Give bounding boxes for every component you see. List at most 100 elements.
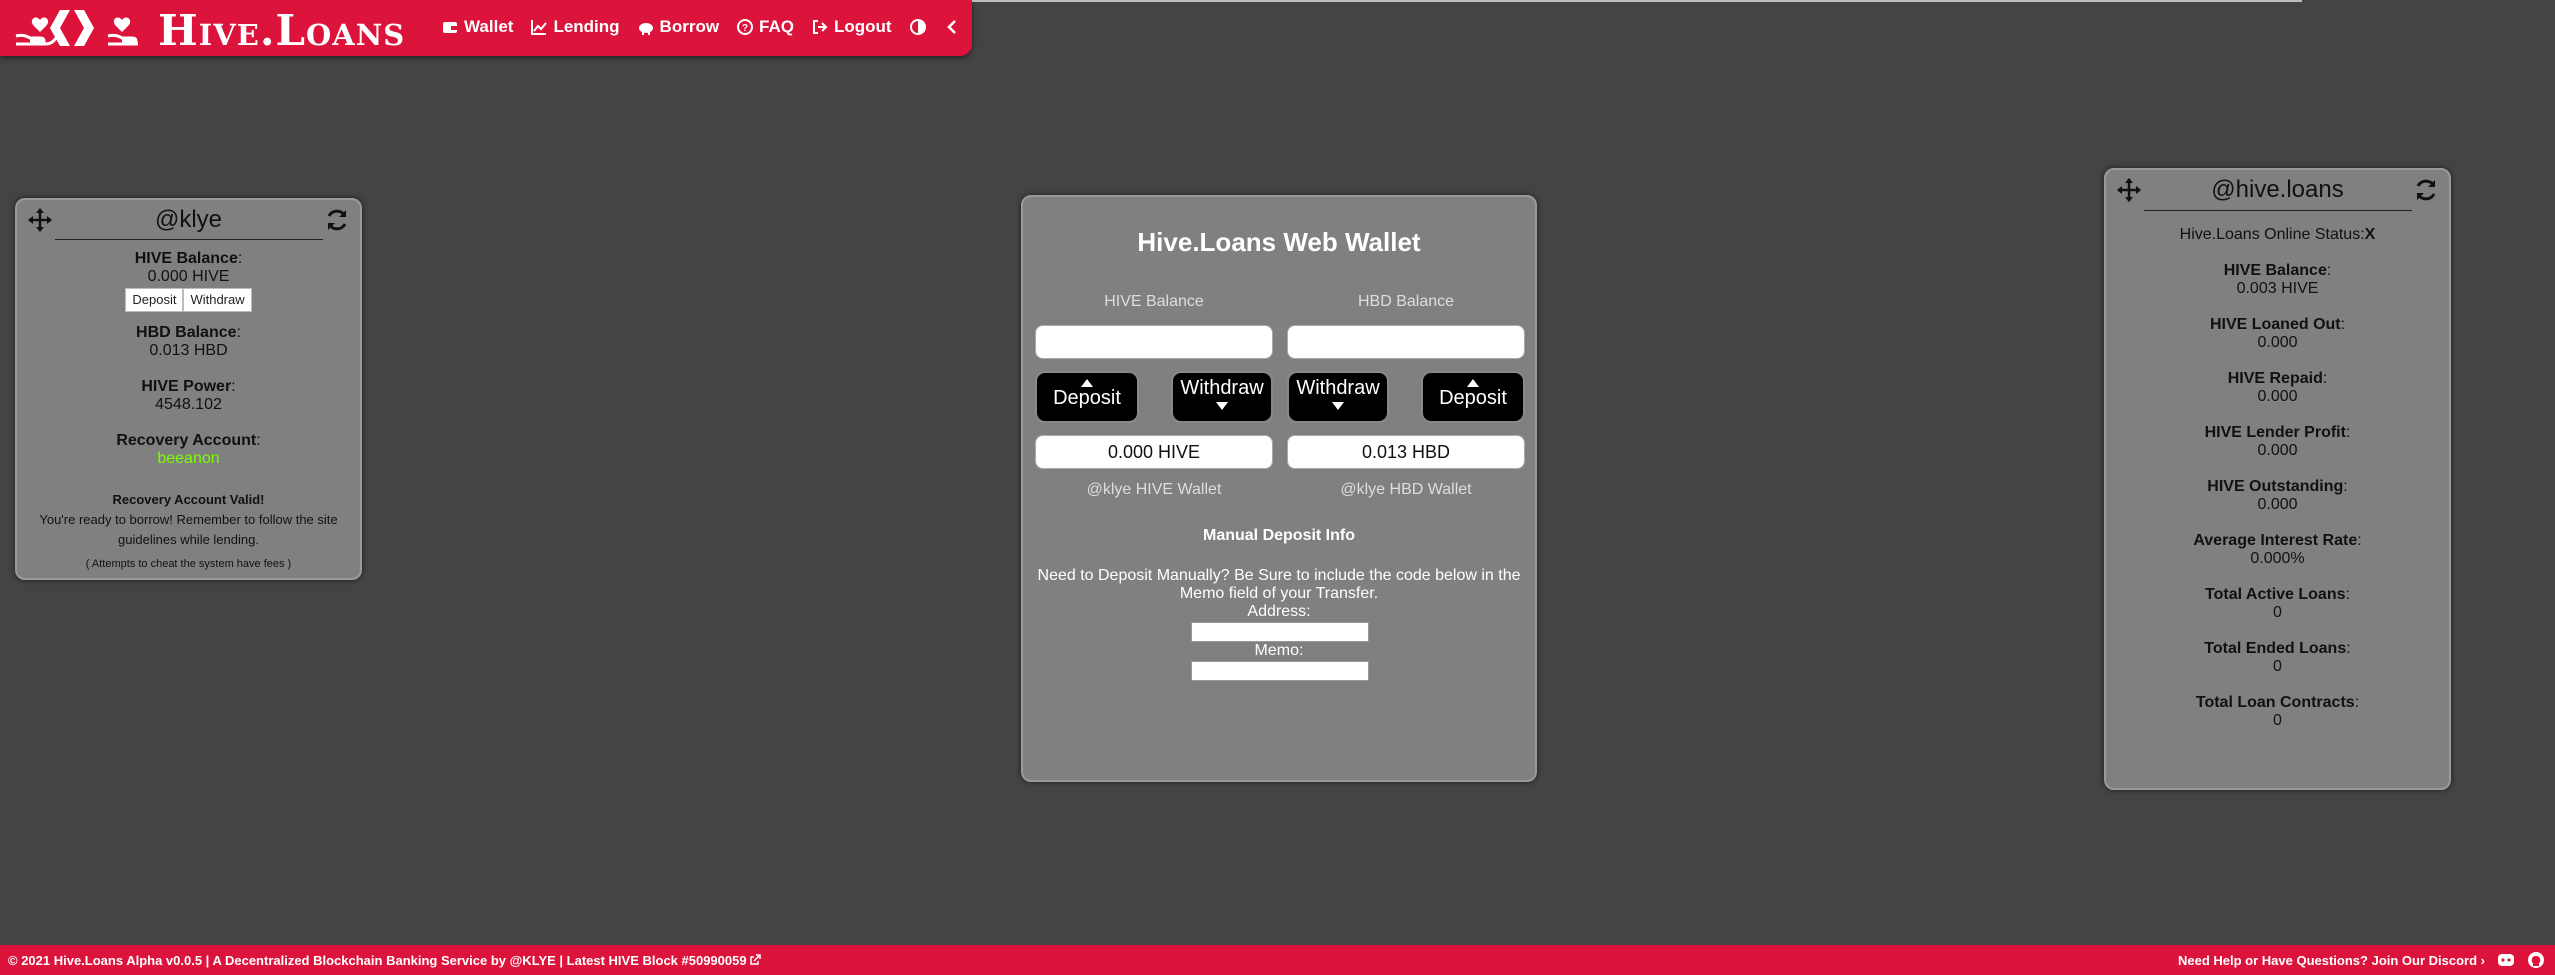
hbd-wallet-balance: 0.013 HBD xyxy=(1287,435,1525,469)
user-panel: @klye HIVE Balance: 0.000 HIVE Deposit Wi… xyxy=(15,198,362,580)
caret-up-icon xyxy=(1081,379,1093,387)
wallet-title: Hive.Loans Web Wallet xyxy=(1137,227,1421,257)
hbd-withdraw-button[interactable]: Withdraw xyxy=(1287,371,1389,423)
nav-borrow-label: Borrow xyxy=(659,17,720,36)
hive-balance-label: HIVE Balance xyxy=(134,250,238,267)
logo-icon xyxy=(15,10,138,46)
colon: : xyxy=(2345,424,2351,441)
nav-wallet-label: Wallet xyxy=(464,17,514,36)
hive-wallet-caption: @klye HIVE Wallet xyxy=(1086,481,1222,498)
stat-value: 0 xyxy=(2273,712,2282,729)
theme-toggle[interactable] xyxy=(909,17,926,37)
memo-label: Memo: xyxy=(1254,642,1304,659)
colon: : xyxy=(231,378,236,395)
svg-text:?: ? xyxy=(742,23,748,34)
nav-lending-label: Lending xyxy=(553,17,620,36)
chevron-left-icon xyxy=(946,20,956,34)
footer-copyright[interactable]: © 2021 Hive.Loans Alpha v0.0.5 | A Decen… xyxy=(8,953,747,968)
stat-value: 0.000 xyxy=(2257,442,2298,459)
nav-wallet[interactable]: Wallet xyxy=(442,17,513,37)
brand-title[interactable]: Hive.Loans xyxy=(158,6,405,55)
hive-amount-input[interactable] xyxy=(1035,325,1273,359)
stat-label: Average Interest Rate xyxy=(2193,532,2358,549)
stat-label: Total Loan Contracts xyxy=(2195,694,2355,711)
manual-deposit-title: Manual Deposit Info xyxy=(1203,527,1355,544)
colon: : xyxy=(2357,532,2362,549)
caret-down-icon xyxy=(1216,402,1228,410)
hbd-deposit-label: Deposit xyxy=(1439,387,1507,409)
site-stats-panel: @hive.loans Hive.Loans Online Status:X H… xyxy=(2104,168,2451,790)
caret-up-icon xyxy=(1467,379,1479,387)
caret-down-icon xyxy=(1332,402,1344,410)
top-navbar: Hive.Loans Wallet Lending Borrow ? FAQ L… xyxy=(0,0,972,56)
github-icon[interactable] xyxy=(2527,951,2545,969)
colon: : xyxy=(2345,586,2350,603)
hive-withdraw-label: Withdraw xyxy=(1180,377,1264,399)
stat-value: 0 xyxy=(2273,604,2282,621)
colon: : xyxy=(2354,694,2360,711)
stat-label: HIVE Lender Profit xyxy=(2204,424,2346,441)
colon: : xyxy=(2340,316,2346,333)
hive-withdraw-button[interactable]: Withdraw xyxy=(1171,371,1273,423)
stat-value: 0.000 xyxy=(2257,496,2298,513)
stat-value: 0.000 xyxy=(2257,334,2298,351)
hive-wallet-balance: 0.000 HIVE xyxy=(1035,435,1273,469)
hive-power-label: HIVE Power xyxy=(141,378,232,395)
hive-deposit-label: Deposit xyxy=(1053,387,1121,409)
nav-logout[interactable]: Logout xyxy=(812,17,892,37)
main-nav: Wallet Lending Borrow ? FAQ Logout xyxy=(442,17,978,37)
colon: : xyxy=(2343,478,2348,495)
colon: : xyxy=(256,432,261,449)
nav-faq[interactable]: ? FAQ xyxy=(737,17,794,37)
hbd-wallet-caption: @klye HBD Wallet xyxy=(1340,481,1472,498)
site-panel-divider xyxy=(2144,210,2412,211)
colon: : xyxy=(2326,262,2332,279)
nav-logout-label: Logout xyxy=(834,17,892,36)
hive-balance-value: 0.000 HIVE xyxy=(147,268,230,285)
hive-balance-header: HIVE Balance xyxy=(1104,293,1204,310)
withdraw-button[interactable]: Withdraw xyxy=(183,288,252,312)
hive-deposit-button[interactable]: Deposit xyxy=(1035,371,1139,423)
address-label: Address: xyxy=(1247,603,1311,620)
chart-icon xyxy=(531,20,548,35)
nav-faq-label: FAQ xyxy=(759,17,794,36)
manual-deposit-line1: Need to Deposit Manually? Be Sure to inc… xyxy=(1037,567,1521,584)
address-field[interactable] xyxy=(1191,622,1369,642)
recovery-valid-title: Recovery Account Valid! xyxy=(112,492,265,507)
discord-link[interactable]: Need Help or Have Questions? Join Our Di… xyxy=(2178,953,2485,968)
stat-label: Total Ended Loans xyxy=(2204,640,2347,657)
memo-field[interactable] xyxy=(1191,661,1369,681)
nav-lending[interactable]: Lending xyxy=(531,17,620,37)
hbd-amount-input[interactable] xyxy=(1287,325,1525,359)
nav-borrow[interactable]: Borrow xyxy=(638,17,720,37)
discord-icon[interactable] xyxy=(2497,952,2515,968)
recovery-valid-line1: You're ready to borrow! Remember to foll… xyxy=(39,512,338,527)
colon: : xyxy=(236,324,241,341)
collapse-nav-button[interactable] xyxy=(944,17,960,37)
hbd-withdraw-label: Withdraw xyxy=(1296,377,1380,399)
contrast-icon xyxy=(909,19,926,35)
manual-deposit-line2: Memo field of your Transfer. xyxy=(1179,585,1379,602)
recovery-valid-line2: guidelines while lending. xyxy=(118,532,259,547)
hbd-deposit-button[interactable]: Deposit xyxy=(1421,371,1525,423)
footer: © 2021 Hive.Loans Alpha v0.0.5 | A Decen… xyxy=(0,945,2555,975)
user-panel-divider xyxy=(55,239,323,240)
online-status-value: X xyxy=(2364,226,2376,243)
stat-value: 0 xyxy=(2273,658,2282,675)
stat-label: Total Active Loans xyxy=(2205,586,2346,603)
external-link-icon[interactable] xyxy=(750,954,761,965)
deposit-button[interactable]: Deposit xyxy=(125,288,184,312)
hbd-balance-label: HBD Balance xyxy=(136,324,237,341)
footer-left: © 2021 Hive.Loans Alpha v0.0.5 | A Decen… xyxy=(8,953,761,968)
site-panel-title: @hive.loans xyxy=(2211,176,2344,203)
hbd-balance-header: HBD Balance xyxy=(1357,293,1455,310)
colon: : xyxy=(2346,640,2351,657)
stat-label: HIVE Repaid xyxy=(2227,370,2323,387)
wallet-icon xyxy=(443,22,457,33)
stat-value: 0.000% xyxy=(2250,550,2305,567)
stat-value: 0.003 HIVE xyxy=(2236,280,2319,297)
hbd-balance-value: 0.013 HBD xyxy=(149,342,228,359)
web-wallet-panel: Hive.Loans Web Wallet HIVE Balance HBD B… xyxy=(1021,195,1537,782)
recovery-account-label: Recovery Account xyxy=(116,432,257,449)
stat-value: 0.000 xyxy=(2257,388,2298,405)
